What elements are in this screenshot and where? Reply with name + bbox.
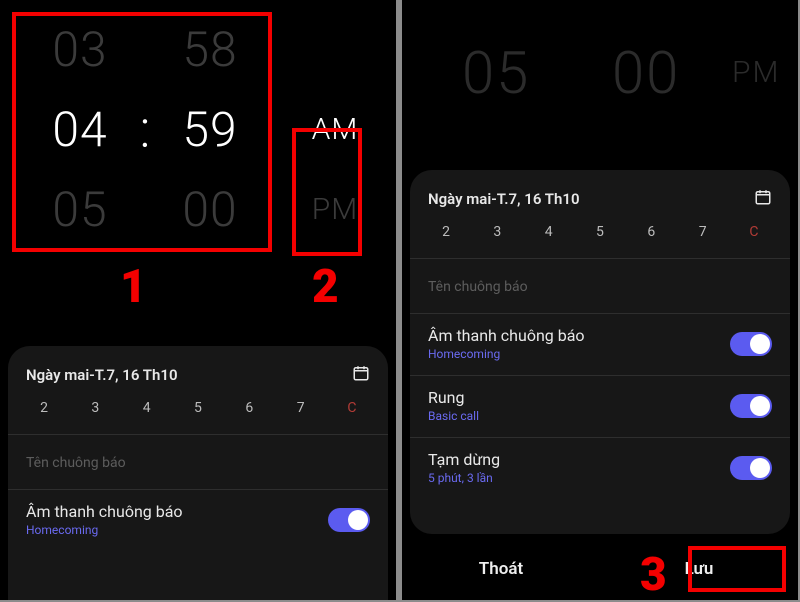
day-5[interactable]: 5	[588, 224, 612, 240]
minute-prev[interactable]: 58	[160, 10, 260, 90]
alarm-sound-sub: Homecoming	[26, 523, 183, 537]
ampm-value[interactable]: PM	[732, 55, 780, 90]
ampm-wheel[interactable]: AM PM	[300, 10, 370, 250]
calendar-icon[interactable]	[352, 364, 370, 386]
day-3[interactable]: 3	[485, 224, 509, 240]
ampm-am[interactable]: AM	[300, 90, 370, 170]
alarm-sound-row[interactable]: Âm thanh chuông báo Homecoming	[26, 490, 370, 551]
alarm-sound-title: Âm thanh chuông báo	[428, 326, 585, 345]
cancel-button[interactable]: Thoát	[402, 538, 600, 600]
week-days[interactable]: 2 3 4 5 6 7 C	[428, 224, 772, 258]
hour-prev[interactable]: 03	[30, 10, 130, 90]
screenshot-right: 05 00 PM Ngày mai-T.7, 16 Th10 2 3 4 5 6…	[400, 0, 798, 600]
alarm-settings-card: Ngày mai-T.7, 16 Th10 2 3 4 5 6 7 C Tên …	[410, 170, 790, 534]
ampm-pm[interactable]: PM	[300, 170, 370, 250]
minute-selected[interactable]: 59	[160, 90, 260, 170]
day-2[interactable]: 2	[434, 224, 458, 240]
vibration-title: Rung	[428, 388, 479, 407]
snooze-toggle[interactable]	[730, 456, 772, 480]
hour-next[interactable]: 05	[30, 170, 130, 250]
day-7[interactable]: 7	[691, 224, 715, 240]
day-7[interactable]: 7	[289, 400, 313, 416]
vibration-row[interactable]: Rung Basic call	[428, 376, 772, 437]
alarm-name-field[interactable]: Tên chuông báo	[428, 259, 772, 313]
alarm-sound-title: Âm thanh chuông báo	[26, 502, 183, 521]
day-sun[interactable]: C	[742, 224, 766, 240]
day-4[interactable]: 4	[537, 224, 561, 240]
vibration-toggle[interactable]	[730, 394, 772, 418]
calendar-icon[interactable]	[754, 188, 772, 210]
alarm-sound-row[interactable]: Âm thanh chuông báo Homecoming	[428, 314, 772, 375]
day-5[interactable]: 5	[186, 400, 210, 416]
time-picker[interactable]: 03 04 05 : 58 59 00 AM PM	[10, 10, 396, 250]
time-picker-collapsed[interactable]: 05 00 PM	[402, 10, 798, 160]
time-colon: :	[130, 10, 160, 250]
screenshot-left: 03 04 05 : 58 59 00 AM PM Ngày mai-T.7, …	[0, 0, 398, 600]
hour-wheel[interactable]: 03 04 05	[30, 10, 130, 250]
alarm-sound-sub: Homecoming	[428, 347, 585, 361]
snooze-title: Tạm dừng	[428, 450, 500, 469]
minute-next[interactable]: 00	[160, 170, 260, 250]
alarm-date: Ngày mai-T.7, 16 Th10	[26, 366, 178, 384]
snooze-sub: 5 phút, 3 lần	[428, 471, 500, 485]
save-button[interactable]: Lưu	[600, 538, 798, 600]
minute-value[interactable]: 00	[612, 40, 680, 108]
alarm-sound-toggle[interactable]	[730, 332, 772, 356]
minute-wheel[interactable]: 58 59 00	[160, 10, 260, 250]
day-sun[interactable]: C	[340, 400, 364, 416]
day-4[interactable]: 4	[135, 400, 159, 416]
day-6[interactable]: 6	[639, 224, 663, 240]
alarm-date: Ngày mai-T.7, 16 Th10	[428, 190, 580, 208]
alarm-name-field[interactable]: Tên chuông báo	[26, 435, 370, 489]
hour-value[interactable]: 05	[462, 40, 530, 108]
snooze-row[interactable]: Tạm dừng 5 phút, 3 lần	[428, 438, 772, 499]
week-days[interactable]: 2 3 4 5 6 7 C	[26, 400, 370, 434]
alarm-settings-card: Ngày mai-T.7, 16 Th10 2 3 4 5 6 7 C Tên …	[8, 346, 388, 600]
day-2[interactable]: 2	[32, 400, 56, 416]
day-6[interactable]: 6	[237, 400, 261, 416]
bottom-bar: Thoát Lưu	[402, 538, 798, 600]
alarm-sound-toggle[interactable]	[328, 508, 370, 532]
hour-selected[interactable]: 04	[30, 90, 130, 170]
vibration-sub: Basic call	[428, 409, 479, 423]
day-3[interactable]: 3	[83, 400, 107, 416]
